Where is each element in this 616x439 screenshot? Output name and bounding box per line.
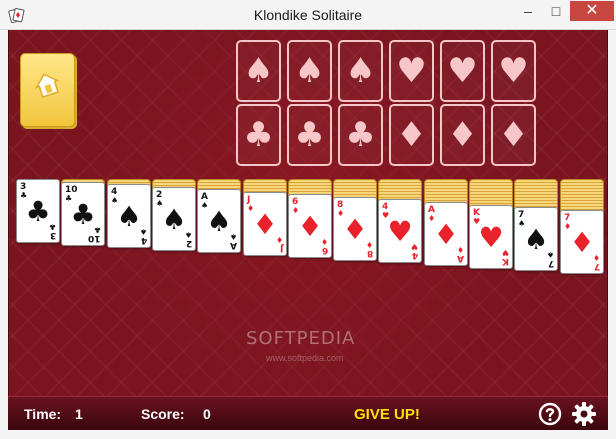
- card-rank-bottom: A: [457, 253, 464, 263]
- diamonds-icon: ♦: [447, 115, 478, 155]
- foundation-slot-hearts[interactable]: ♥: [491, 40, 536, 102]
- tableau-card[interactable]: J ♦ ♦ ♦ J: [243, 192, 287, 256]
- tableau-card[interactable]: 2 ♠ ♠ ♠ 2: [152, 187, 196, 251]
- tableau-card[interactable]: 6 ♦ ♦ ♦ 6: [288, 194, 332, 258]
- tableau-card[interactable]: 10 ♣ ♣ ♣ 10: [61, 182, 105, 246]
- score-label: Score:: [141, 406, 185, 422]
- card-rank-bottom: 6: [321, 245, 328, 255]
- foundation-slot-spades[interactable]: ♠: [287, 40, 332, 102]
- card-rank-bottom: 8: [366, 248, 373, 258]
- tableau-card[interactable]: 8 ♦ ♦ ♦ 8: [333, 197, 377, 261]
- close-icon: ✕: [585, 2, 599, 19]
- card-back-house-icon: [34, 73, 60, 98]
- card-rank-bottom: 4: [411, 250, 418, 260]
- stock-pile[interactable]: [20, 53, 75, 127]
- tableau-card[interactable]: 4 ♥ ♥ ♥ 4: [378, 199, 422, 263]
- hearts-icon: ♥: [396, 51, 427, 91]
- minimize-icon: –: [524, 3, 532, 19]
- give-up-button[interactable]: GIVE UP!: [354, 406, 420, 423]
- foundation-slot-clubs[interactable]: ♣: [236, 104, 281, 166]
- tableau-card[interactable]: K ♥ ♥ ♥ K: [469, 205, 513, 269]
- tableau-card[interactable]: A ♠ ♠ ♠ A: [197, 189, 241, 253]
- watermark-text: SOFTPEDIA: [246, 328, 356, 349]
- gear-icon[interactable]: [571, 401, 597, 427]
- card-rank-bottom: 2: [185, 238, 192, 248]
- window-frame-left: [0, 30, 8, 396]
- score-value: 0: [203, 406, 211, 422]
- foundation-slot-diamonds[interactable]: ♦: [389, 104, 434, 166]
- title-bar: Klondike Solitaire – □ ✕: [0, 0, 616, 30]
- foundation-slot-clubs[interactable]: ♣: [338, 104, 383, 166]
- foundation-slot-spades[interactable]: ♠: [338, 40, 383, 102]
- foundation-slot-clubs[interactable]: ♣: [287, 104, 332, 166]
- window-frame-bottom-right: [608, 396, 616, 430]
- watermark-url: www.softpedia.com: [266, 353, 344, 363]
- tableau-card[interactable]: 7 ♠ ♠ ♠ 7: [514, 207, 558, 271]
- maximize-icon: □: [551, 3, 561, 19]
- spades-icon: ♠: [294, 51, 325, 91]
- card-rank-bottom: A: [230, 240, 237, 250]
- window-frame-right: [608, 30, 616, 396]
- clubs-icon: ♣: [345, 115, 376, 155]
- card-rank-bottom: J: [279, 243, 283, 253]
- foundation-slot-diamonds[interactable]: ♦: [491, 104, 536, 166]
- foundation-slot-hearts[interactable]: ♥: [389, 40, 434, 102]
- time-value: 1: [75, 406, 83, 422]
- diamonds-icon: ♦: [498, 115, 529, 155]
- minimize-button[interactable]: –: [514, 1, 542, 21]
- foundation-slot-spades[interactable]: ♠: [236, 40, 281, 102]
- tableau-card[interactable]: 3 ♣ ♣ ♣ 3: [16, 179, 60, 243]
- card-rank-bottom: 7: [547, 258, 554, 268]
- clubs-icon: ♣: [294, 115, 325, 155]
- spades-icon: ♠: [243, 51, 274, 91]
- close-button[interactable]: ✕: [570, 1, 614, 21]
- diamonds-icon: ♦: [396, 115, 427, 155]
- card-rank-bottom: 3: [49, 230, 56, 240]
- spades-icon: ♠: [345, 51, 376, 91]
- foundation-slot-hearts[interactable]: ♥: [440, 40, 485, 102]
- tableau-card[interactable]: A ♦ ♦ ♦ A: [424, 202, 468, 266]
- clubs-icon: ♣: [243, 115, 274, 155]
- window-frame-bottom: [0, 430, 616, 439]
- card-rank-bottom: K: [502, 256, 509, 266]
- card-rank-bottom: 10: [88, 233, 101, 243]
- card-rank-bottom: 4: [140, 235, 147, 245]
- status-bar: Time: 1 Score: 0 GIVE UP!: [8, 396, 608, 430]
- hearts-icon: ♥: [447, 51, 478, 91]
- hearts-icon: ♥: [498, 51, 529, 91]
- maximize-button[interactable]: □: [542, 1, 570, 21]
- tableau-card[interactable]: 4 ♠ ♠ ♠ 4: [107, 184, 151, 248]
- window-frame-bottom-left: [0, 396, 8, 430]
- time-label: Time:: [24, 406, 62, 422]
- help-icon[interactable]: [538, 402, 562, 426]
- tableau-card[interactable]: 7 ♦ ♦ ♦ 7: [560, 210, 604, 274]
- foundation-slot-diamonds[interactable]: ♦: [440, 104, 485, 166]
- card-rank-bottom: 7: [593, 261, 600, 271]
